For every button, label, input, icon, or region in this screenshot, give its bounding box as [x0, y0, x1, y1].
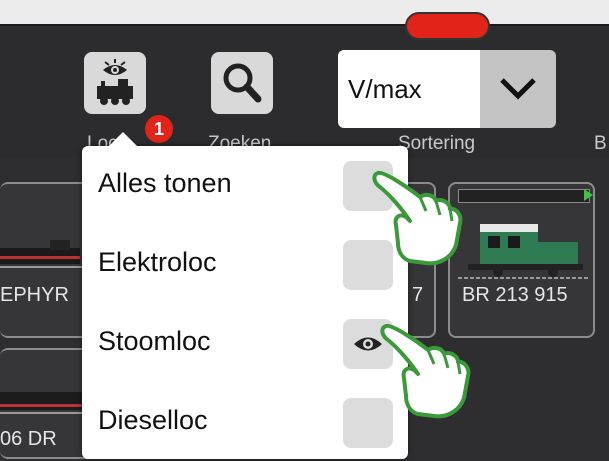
menu-item-label: Dieselloc: [98, 405, 208, 435]
loco-card-caption: 7: [412, 284, 424, 306]
loco-card-caption: BR 213 915: [462, 284, 568, 306]
loco-filter-menu: Alles tonen Elektroloc Stoomloc Diesello…: [82, 132, 408, 461]
frame-divider: [0, 24, 609, 26]
loco-card-caption: EPHYR: [0, 284, 69, 306]
search-icon: [223, 63, 262, 103]
sort-value: V/max: [338, 50, 480, 128]
chevron-down-icon: [500, 78, 536, 100]
sort-toggle[interactable]: [480, 50, 556, 128]
eye-locomotive-icon: [97, 59, 133, 105]
menu-item-label: Elektroloc: [98, 247, 217, 277]
pointing-hand-icon: [380, 323, 471, 419]
loco-card-br213915[interactable]: BR 213 915: [448, 182, 595, 338]
locs-filter-button[interactable]: [84, 52, 146, 114]
top-frame: [0, 0, 609, 26]
menu-item-elektroloc[interactable]: Elektroloc: [82, 225, 408, 303]
pointing-hand-icon: [372, 170, 463, 266]
sort-label: Sortering: [398, 133, 476, 154]
speed-bar: [458, 189, 590, 203]
red-handle[interactable]: [405, 12, 490, 40]
search-button[interactable]: [211, 52, 273, 114]
menu-item-label: Stoomloc: [98, 326, 211, 356]
loco-card-caption: 06 DR: [0, 428, 57, 450]
menu-item-dieselloc[interactable]: Dieselloc: [82, 383, 408, 461]
notification-badge: 1: [145, 115, 173, 143]
sort-dropdown[interactable]: V/max: [338, 50, 556, 128]
partial-toolbar-label: B: [594, 133, 607, 154]
diesel-loco-image: [458, 224, 588, 279]
direction-arrow-icon: [584, 189, 593, 201]
menu-item-stoomloc[interactable]: Stoomloc: [82, 304, 408, 382]
menu-item-label: Alles tonen: [98, 168, 232, 198]
menu-item-alles-tonen[interactable]: Alles tonen: [82, 146, 408, 224]
